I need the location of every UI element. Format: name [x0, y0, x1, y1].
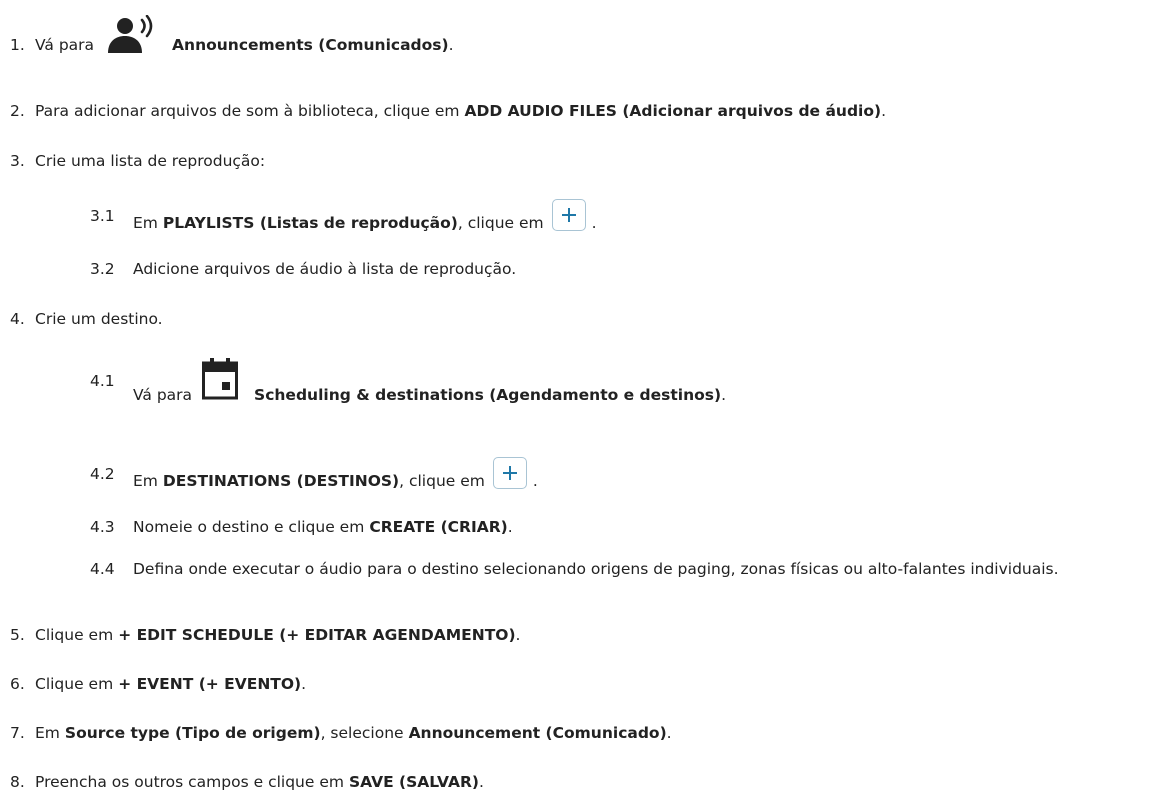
step-bold-label: PLAYLISTS (Listas de reprodução) [162, 214, 458, 232]
step-number: 1. [10, 36, 25, 54]
step-bold-label-2: Announcement (Comunicado) [408, 724, 667, 742]
step-3-1: 3.1 Em PLAYLISTS (Listas de reprodução) … [0, 194, 1158, 236]
plus-icon [551, 199, 586, 231]
step-text: Em [35, 724, 60, 742]
step-text: Preencha os outros campos e clique em [35, 773, 344, 791]
step-punct: . [515, 626, 521, 644]
step-text: Para adicionar arquivos de som à bibliot… [35, 102, 460, 120]
step-bold-label: Announcements (Comunicados) [172, 36, 449, 54]
step-number: 3. [10, 152, 25, 170]
step-1: 1. Vá para Announcements (Comunicados) . [0, 14, 1158, 62]
step-4-2: 4.2 Em DESTINATIONS (DESTINOS) , clique … [0, 452, 1158, 494]
announcement-speaker-icon [104, 14, 160, 59]
step-3: 3. Crie uma lista de reprodução: [0, 150, 1158, 172]
step-punct: . [666, 724, 672, 742]
step-punct: . [881, 102, 887, 120]
step-number: 5. [10, 626, 25, 644]
step-bold-label: CREATE (CRIAR) [369, 518, 508, 536]
step-number: 3.1 [90, 207, 115, 225]
step-text: Clique em [35, 626, 114, 644]
step-text: , clique em [457, 214, 544, 232]
step-text: Nomeie o destino e clique em [133, 518, 365, 536]
step-number: 4.4 [90, 560, 115, 578]
step-punct: . [479, 773, 484, 791]
step-punct: . [448, 36, 454, 54]
step-text: Crie um destino. [35, 310, 163, 328]
step-punct: . [532, 472, 538, 490]
step-text: Clique em [35, 675, 114, 693]
step-text: Vá para [35, 36, 95, 54]
step-number: 2. [10, 102, 25, 120]
step-4: 4. Crie um destino. [0, 308, 1158, 330]
step-text: Defina onde executar o áudio para o dest… [133, 560, 1059, 578]
step-text: Crie uma lista de reprodução: [35, 152, 266, 170]
step-number: 7. [10, 724, 25, 742]
step-bold-label: DESTINATIONS (DESTINOS) [162, 472, 400, 490]
step-text: , selecione [320, 724, 404, 742]
step-2: 2. Para adicionar arquivos de som à bibl… [0, 100, 1158, 122]
step-3-2: 3.2 Adicione arquivos de áudio à lista d… [0, 258, 1158, 280]
step-bold-label: Scheduling & destinations (Agendamento e… [254, 386, 722, 404]
step-number: 4.3 [90, 518, 115, 536]
step-number: 4. [10, 310, 25, 328]
step-8: 8. Preencha os outros campos e clique em… [0, 771, 1158, 793]
step-5: 5. Clique em + EDIT SCHEDULE (+ EDITAR A… [0, 624, 1158, 646]
step-text: Vá para [133, 386, 193, 404]
step-punct: . [721, 386, 727, 404]
step-text: Adicione arquivos de áudio à lista de re… [133, 260, 517, 278]
step-punct: . [301, 675, 307, 693]
step-text: Em [133, 214, 158, 232]
step-text: , clique em [399, 472, 485, 490]
step-text: Em [133, 472, 158, 490]
step-bold-label: + EVENT (+ EVENTO) [118, 675, 302, 693]
step-number: 6. [10, 675, 25, 693]
calendar-icon [200, 358, 240, 404]
step-number: 4.1 [90, 372, 115, 390]
step-bold-label: ADD AUDIO FILES (Adicionar arquivos de á… [464, 102, 882, 120]
step-punct: . [591, 214, 597, 232]
step-6: 6. Clique em + EVENT (+ EVENTO) . [0, 673, 1158, 695]
step-4-4: 4.4 Defina onde executar o áudio para o … [0, 558, 1158, 602]
step-bold-label: SAVE (SALVAR) [348, 773, 480, 791]
plus-icon [492, 457, 527, 489]
step-bold-label: + EDIT SCHEDULE (+ EDITAR AGENDAMENTO) [118, 626, 516, 644]
step-7: 7. Em Source type (Tipo de origem) , sel… [0, 722, 1158, 744]
step-number: 8. [10, 773, 25, 791]
step-4-1: 4.1 Vá para Scheduling & destinations (A… [0, 346, 1158, 404]
step-4-3: 4.3 Nomeie o destino e clique em CREATE … [0, 516, 1158, 538]
step-number: 4.2 [90, 465, 115, 483]
step-punct: . [507, 518, 513, 536]
step-bold-label: Source type (Tipo de origem) [64, 724, 321, 742]
step-number: 3.2 [90, 260, 115, 278]
